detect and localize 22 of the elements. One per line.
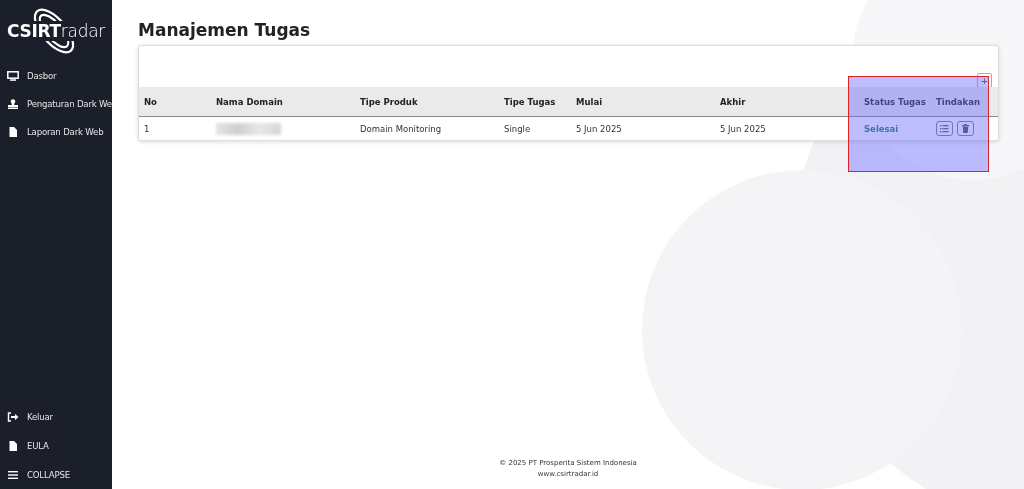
column-header: Tipe Produk (355, 87, 499, 117)
sidebar-item[interactable]: Laporan Dark Web (0, 118, 112, 146)
sidebar-item[interactable]: EULA (0, 431, 112, 460)
sidebar-item[interactable]: Pengaturan Dark We (0, 90, 112, 118)
table-cell-text: Domain Monitoring (359, 122, 443, 136)
sidebar-item[interactable]: Dasbor (0, 62, 112, 90)
column-header: Akhir (715, 87, 859, 117)
column-header: Nama Domain (211, 87, 355, 117)
table-cell-text: 5 Jun 2025 (575, 122, 623, 136)
sidebar-item[interactable]: COLLAPSE (0, 460, 112, 489)
column-header: Tipe Tugas (499, 87, 571, 117)
sidebar-item[interactable]: Keluar (0, 402, 112, 431)
status-text: Selesai (863, 122, 900, 136)
logo-text: CSIRTradar (5, 21, 107, 41)
table-cell-text: 5 Jun 2025 (719, 122, 767, 136)
column-header: No (139, 87, 211, 117)
column-header: Status Tugas (859, 87, 931, 117)
column-header: Mulai (571, 87, 715, 117)
table-cell-text: Single (503, 122, 532, 136)
page-title: Manajemen Tugas (138, 20, 312, 40)
column-header: Tindakan (931, 87, 998, 117)
table-cell-text: 1 (143, 122, 151, 136)
